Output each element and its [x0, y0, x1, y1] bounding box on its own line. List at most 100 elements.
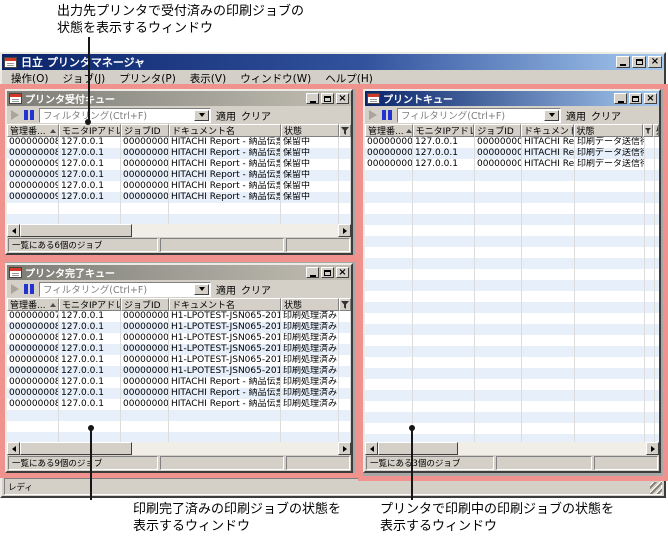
table-row[interactable]: 0000000087127.0.0.10000000035HITACHI Rep…	[7, 388, 351, 399]
scroll-left-button[interactable]	[7, 224, 20, 237]
filter-funnel-header[interactable]	[339, 298, 351, 311]
filter-combobox[interactable]: フィルタリング(Ctrl+F)	[397, 107, 561, 123]
pause-icon[interactable]	[24, 110, 34, 120]
scroll-left-button[interactable]	[365, 442, 378, 455]
maximize-button[interactable]	[629, 93, 642, 104]
column-header[interactable]: 管理番...	[7, 124, 59, 137]
column-header-partial[interactable]: 処	[652, 124, 659, 137]
filter-funnel-header[interactable]	[643, 124, 653, 137]
scroll-right-button[interactable]	[646, 442, 659, 455]
main-titlebar[interactable]: 日立 プリンタマネージャ ×	[2, 54, 664, 70]
maximize-button[interactable]	[321, 267, 334, 278]
scrollbar-thumb[interactable]	[20, 442, 132, 455]
apply-button[interactable]: 適用	[566, 108, 586, 123]
column-header[interactable]: 状態	[573, 124, 644, 137]
column-header[interactable]: モニタIPアドレス	[412, 124, 475, 137]
close-button[interactable]: ×	[648, 56, 662, 68]
table-row[interactable]: 0000000086127.0.0.10000000034HITACHI Rep…	[7, 137, 351, 148]
column-header[interactable]: ジョブID	[121, 298, 169, 311]
table-cell: 127.0.0.1	[59, 170, 121, 181]
column-header[interactable]: ドキュメント名	[520, 124, 574, 137]
maximize-button[interactable]	[321, 93, 334, 104]
close-button[interactable]: ×	[336, 267, 349, 278]
menu-help[interactable]: ヘルプ(H)	[318, 70, 380, 87]
column-header[interactable]: ジョブID	[121, 124, 169, 137]
clear-button[interactable]: クリア	[591, 108, 621, 123]
clear-button[interactable]: クリア	[241, 108, 271, 123]
table-row[interactable]: 0000000084127.0.0.10000000031H1-LPOTEST-…	[7, 366, 351, 377]
horizontal-scrollbar[interactable]	[7, 224, 351, 237]
column-header[interactable]: ドキュメント名	[169, 298, 281, 311]
table-row[interactable]: 0000000080127.0.0.10000000023H1-LPOTEST-…	[7, 322, 351, 333]
table-body[interactable]: 0000000086127.0.0.10000000034HITACHI Rep…	[7, 137, 351, 224]
minimize-button[interactable]	[616, 56, 630, 68]
print-queue-titlebar[interactable]: プリントキュー ×	[365, 91, 659, 106]
horizontal-scrollbar[interactable]	[7, 442, 351, 455]
clear-button[interactable]: クリア	[241, 282, 271, 297]
menu-view[interactable]: 表示(V)	[183, 70, 233, 87]
resize-grip[interactable]	[650, 482, 662, 494]
table-row[interactable]: 0000000081127.0.0.10000000025H1-LPOTEST-…	[7, 333, 351, 344]
table-row[interactable]: 0000000096127.0.0.10000000045HITACHI Rep…	[365, 148, 659, 159]
table-row[interactable]: 0000000088127.0.0.10000000036HITACHI Rep…	[7, 148, 351, 159]
table-row[interactable]: 0000000090127.0.0.10000000038HITACHI Rep…	[7, 159, 351, 170]
close-button[interactable]: ×	[336, 93, 349, 104]
apply-button[interactable]: 適用	[216, 108, 236, 123]
table-row[interactable]: 0000000083127.0.0.10000000029H1-LPOTEST-…	[7, 355, 351, 366]
complete-queue-titlebar[interactable]: プリンタ完了キュー ×	[7, 265, 351, 280]
column-header[interactable]: モニタIPアドレス	[59, 124, 121, 137]
start-icon[interactable]	[369, 110, 377, 120]
maximize-button[interactable]	[632, 56, 646, 68]
table-row[interactable]: 0000000089127.0.0.10000000037HITACHI Rep…	[7, 399, 351, 410]
filter-combobox[interactable]: フィルタリング(Ctrl+F)	[39, 107, 211, 123]
pause-icon[interactable]	[24, 284, 34, 294]
empty-row	[365, 401, 659, 412]
filter-combobox[interactable]: フィルタリング(Ctrl+F)	[39, 281, 211, 297]
start-icon[interactable]	[11, 110, 19, 120]
table-row[interactable]: 0000000092127.0.0.10000000040HITACHI Rep…	[7, 181, 351, 192]
menu-printer[interactable]: プリンタ(P)	[112, 70, 183, 87]
minimize-button[interactable]	[306, 267, 319, 278]
column-header[interactable]: 状態	[281, 124, 339, 137]
status-panel	[496, 456, 592, 470]
column-header[interactable]: 管理番...	[365, 124, 413, 137]
column-header[interactable]: 管理番...	[7, 298, 59, 311]
column-header[interactable]: ジョブID	[474, 124, 521, 137]
accept-queue-titlebar[interactable]: プリンタ受付キュー ×	[7, 91, 351, 106]
table-row[interactable]: 0000000093127.0.0.10000000041HITACHI Rep…	[7, 192, 351, 203]
close-button[interactable]: ×	[644, 93, 657, 104]
filter-funnel-header[interactable]	[339, 124, 351, 137]
minimize-button[interactable]	[306, 93, 319, 104]
table-row[interactable]: 0000000085127.0.0.10000000033HITACHI Rep…	[7, 377, 351, 388]
apply-button[interactable]: 適用	[216, 282, 236, 297]
dropdown-button[interactable]	[194, 109, 209, 121]
scroll-left-button[interactable]	[7, 442, 20, 455]
start-icon[interactable]	[11, 284, 19, 294]
table-row[interactable]: 0000000091127.0.0.10000000039HITACHI Rep…	[7, 170, 351, 181]
scrollbar-thumb[interactable]	[378, 442, 458, 455]
dropdown-button[interactable]	[544, 109, 559, 121]
scroll-right-button[interactable]	[338, 224, 351, 237]
scrollbar-thumb[interactable]	[20, 224, 132, 237]
table-row[interactable]: 0000000079127.0.0.10000000021H1-LPOTEST-…	[7, 311, 351, 322]
scroll-right-button[interactable]	[338, 442, 351, 455]
menu-job[interactable]: ジョブ(J)	[55, 70, 112, 87]
table-cell	[475, 170, 522, 181]
menu-operation[interactable]: 操作(O)	[4, 70, 55, 87]
table-body[interactable]: 0000000095127.0.0.10000000043HITACHI Rep…	[365, 137, 659, 442]
table-row[interactable]: 0000000097127.0.0.10000000047HITACHI Rep…	[365, 159, 659, 170]
table-cell	[575, 236, 645, 247]
column-header[interactable]: ドキュメント名	[169, 124, 281, 137]
table-cell: 0000000035	[123, 388, 169, 399]
table-body[interactable]: 0000000079127.0.0.10000000021H1-LPOTEST-…	[7, 311, 351, 442]
menu-window[interactable]: ウィンドウ(W)	[233, 70, 318, 87]
column-header[interactable]: 状態	[281, 298, 339, 311]
dropdown-button[interactable]	[194, 283, 209, 295]
column-header[interactable]: モニタIPアドレス	[59, 298, 121, 311]
table-row[interactable]: 0000000095127.0.0.10000000043HITACHI Rep…	[365, 137, 659, 148]
pause-icon[interactable]	[382, 110, 392, 120]
table-row[interactable]: 0000000082127.0.0.10000000027H1-LPOTEST-…	[7, 344, 351, 355]
horizontal-scrollbar[interactable]	[365, 442, 659, 455]
minimize-button[interactable]	[614, 93, 627, 104]
table-header: 管理番...モニタIPアドレスジョブIDドキュメント名状態	[7, 298, 351, 311]
